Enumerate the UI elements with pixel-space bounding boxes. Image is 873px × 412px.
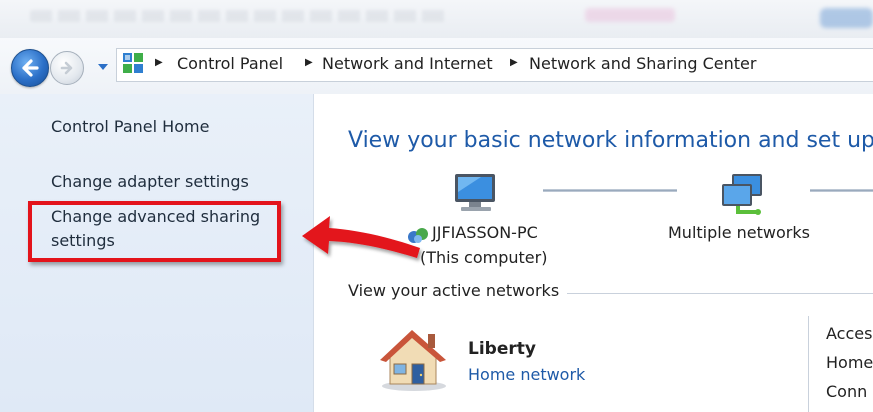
breadcrumb-control-panel[interactable]: Control Panel [177,53,283,75]
home-network-icon [380,330,446,391]
homegroup-label: Home [826,353,873,372]
active-networks-heading: View your active networks [348,281,560,300]
sidebar-item-adapter-settings[interactable]: Change adapter settings [51,170,249,194]
forward-button[interactable] [50,51,84,85]
chevron-down-icon [98,64,108,70]
section-divider [567,293,873,294]
breadcrumb-network-internet[interactable]: Network and Internet [322,53,493,75]
blurred-background-shape [820,8,873,28]
network-icon[interactable] [718,172,772,216]
page-title: View your basic network information and … [348,128,873,153]
access-type-label: Acces [826,324,873,343]
forward-arrow-icon [60,61,73,75]
connections-label: Conn [826,382,868,401]
computer-name: JJFIASSON-PC [432,223,538,242]
breadcrumb-separator-icon[interactable]: ▶ [155,57,163,68]
blurred-background-text [30,10,450,22]
annotation-highlight-box [28,201,281,262]
homegroup-icon [408,228,428,243]
blurred-background-shape [585,8,675,22]
computer-icon[interactable] [451,172,503,214]
breadcrumb-sharing-center[interactable]: Network and Sharing Center [529,53,756,75]
breadcrumb-separator-icon[interactable]: ▶ [305,57,313,68]
network-type-link[interactable]: Home network [468,364,585,386]
computer-subtitle: (This computer) [420,248,548,267]
back-arrow-icon [22,59,39,77]
column-divider [808,316,809,412]
control-panel-icon [123,53,143,73]
connection-line [543,189,677,192]
multiple-networks-label: Multiple networks [668,223,810,242]
recent-pages-dropdown[interactable] [96,60,110,74]
sidebar-item-control-panel-home[interactable]: Control Panel Home [51,115,209,139]
active-network-name: Liberty [468,339,536,359]
back-button[interactable] [11,49,49,87]
breadcrumb-separator-icon[interactable]: ▶ [510,57,518,68]
connection-line [810,189,873,192]
